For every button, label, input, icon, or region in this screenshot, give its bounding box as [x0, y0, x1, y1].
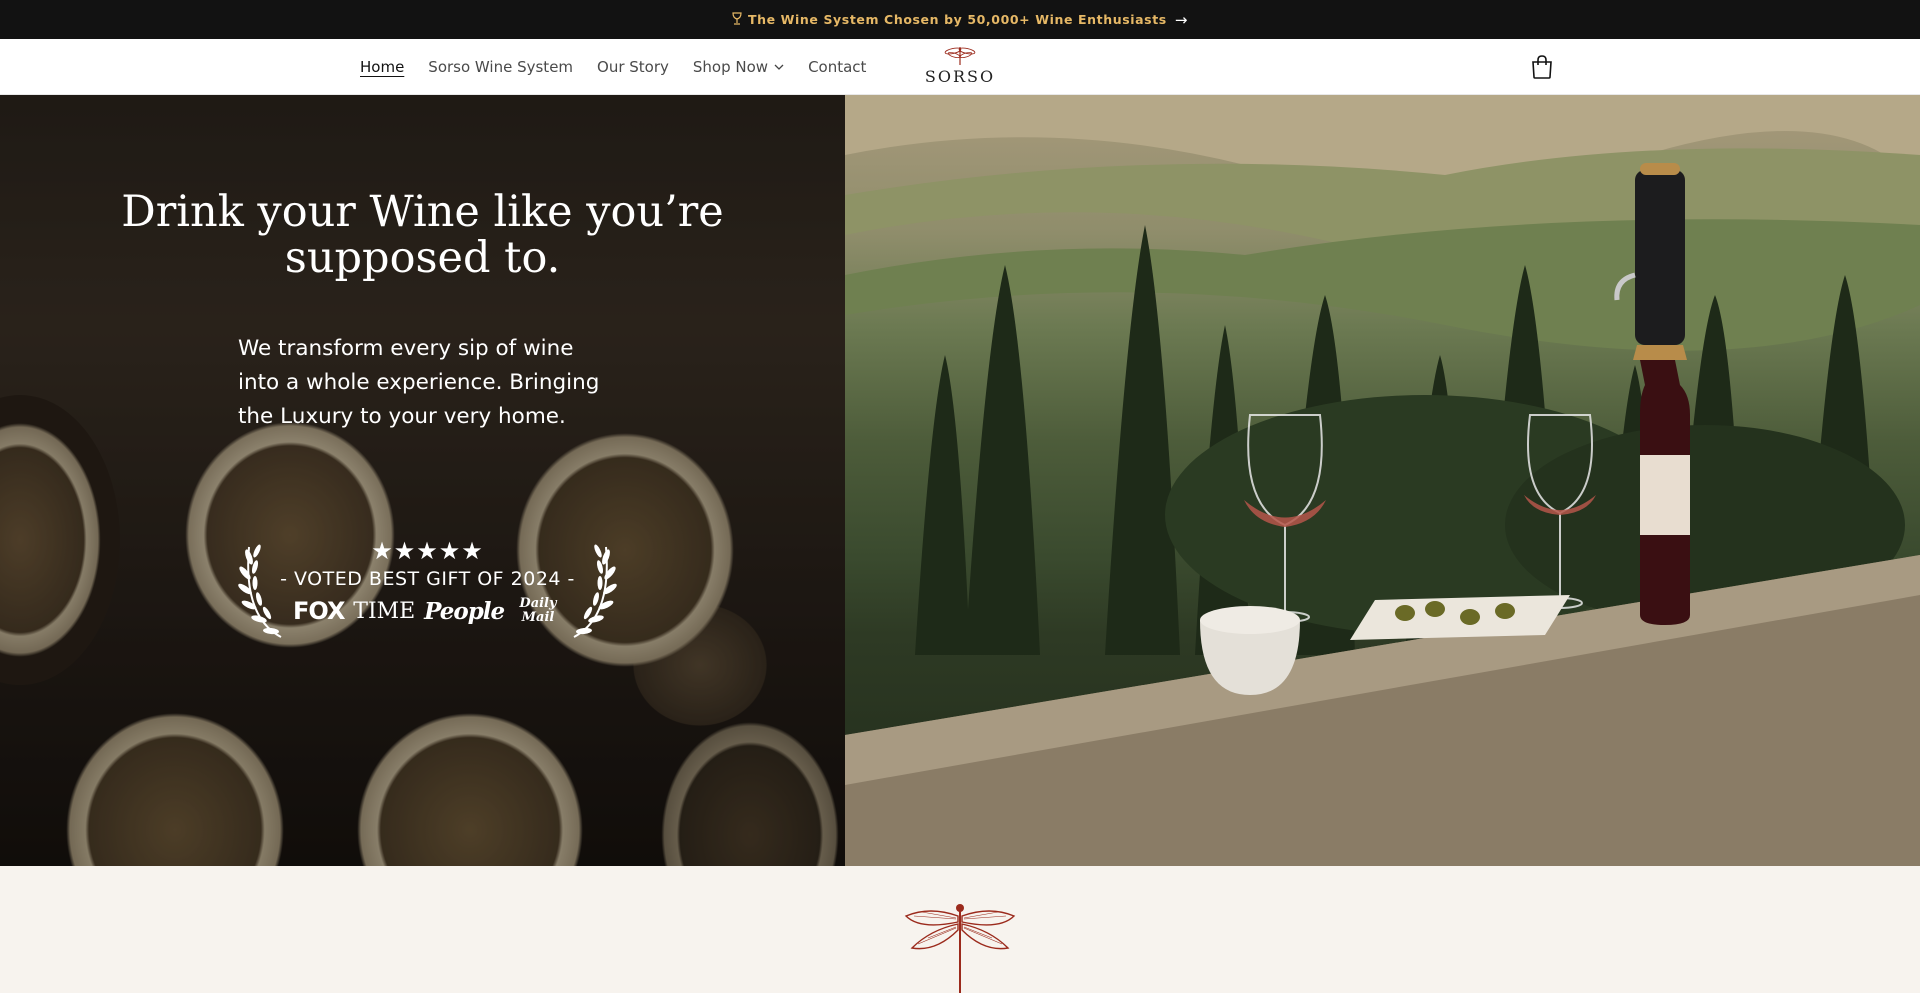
hero-title: Drink your Wine like you’re supposed to. [121, 187, 724, 283]
hero-left-panel: Drink your Wine like you’re supposed to.… [0, 95, 845, 866]
press-logo-time: TIME [353, 598, 416, 624]
logo-wordmark: SORSO [924, 67, 996, 86]
nav-our-story[interactable]: Our Story [597, 58, 669, 76]
announcement-text: The Wine System Chosen by 50,000+ Wine E… [747, 12, 1167, 27]
main-nav: Home Sorso Wine System Our Story Shop No… [360, 39, 890, 95]
nav-contact[interactable]: Contact [808, 58, 866, 76]
press-logos: FOX TIME People Daily Mail [293, 596, 563, 626]
nav-shop-now[interactable]: Shop Now [693, 58, 784, 76]
laurel-right-icon [573, 544, 617, 638]
cart-icon[interactable] [1530, 54, 1554, 80]
nav-shop-now-label: Shop Now [692, 58, 769, 76]
hero-right-image [845, 95, 1920, 866]
dragonfly-icon [900, 900, 1020, 993]
vineyard-scene-image [845, 95, 1920, 866]
wine-glass-icon [732, 11, 742, 28]
nav-sorso-wine-system[interactable]: Sorso Wine System [428, 58, 573, 76]
chevron-down-icon [774, 62, 784, 73]
nav-home[interactable]: Home [360, 58, 404, 76]
press-logo-fox: FOX [293, 597, 345, 625]
press-logo-people: People [424, 597, 505, 625]
arrow-right-icon: → [1174, 10, 1188, 29]
site-logo[interactable]: SORSO [920, 45, 1000, 91]
site-header: Home Sorso Wine System Our Story Shop No… [0, 39, 1920, 95]
announcement-bar[interactable]: The Wine System Chosen by 50,000+ Wine E… [0, 0, 1920, 39]
award-badge: ★★★★★ - VOTED BEST GIFT OF 2024 - FOX TI… [235, 537, 620, 642]
press-logo-daily-mail: Daily Mail [519, 596, 557, 625]
dragonfly-logo-icon [943, 45, 977, 69]
hero-subtitle: We transform every sip of wine into a wh… [238, 336, 600, 429]
